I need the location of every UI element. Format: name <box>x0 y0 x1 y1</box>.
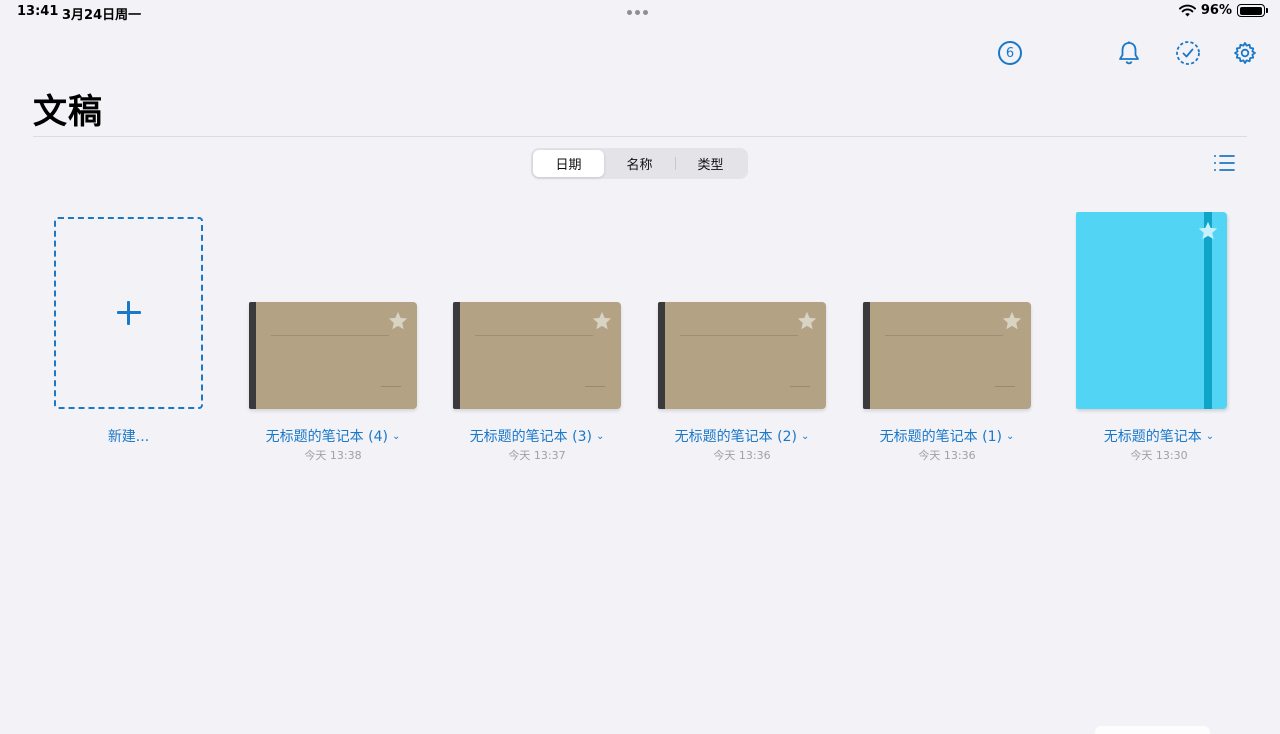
sort-option-date[interactable]: 日期 <box>533 150 604 177</box>
document-name[interactable]: 无标题的笔记本 (3) <box>470 429 592 445</box>
document-date: 今天 13:36 <box>713 449 771 462</box>
document-label[interactable]: 无标题的笔记本 ⌄ 今天 13:30 <box>1059 426 1259 463</box>
check-circle-icon[interactable] <box>1175 40 1201 66</box>
notebook-cover-cyan[interactable] <box>1076 212 1227 409</box>
new-document-label[interactable]: 新建... <box>54 426 203 446</box>
notebook-cover[interactable] <box>863 302 1031 409</box>
chevron-down-icon[interactable]: ⌄ <box>801 431 809 442</box>
badge-count: 6 <box>1005 45 1015 61</box>
battery-icon <box>1237 4 1268 17</box>
sort-segmented-control[interactable]: 日期 名称 类型 <box>531 148 748 179</box>
document-date: 今天 13:37 <box>508 449 566 462</box>
star-icon[interactable] <box>1001 310 1023 332</box>
sort-option-name[interactable]: 名称 <box>604 150 675 177</box>
chevron-down-icon[interactable]: ⌄ <box>1006 431 1014 442</box>
notebook-cover[interactable] <box>453 302 621 409</box>
plus-icon <box>116 301 141 325</box>
notebook-cover[interactable] <box>658 302 826 409</box>
notebook-cover[interactable] <box>249 302 417 409</box>
page-title: 文稿 <box>33 92 103 132</box>
status-right: 96% <box>1178 3 1268 18</box>
wifi-icon <box>1178 4 1196 17</box>
chevron-down-icon[interactable]: ⌄ <box>392 431 400 442</box>
home-indicator <box>1095 726 1210 734</box>
document-date: 今天 13:30 <box>1130 449 1188 462</box>
status-date: 3月24日周一 <box>62 8 142 23</box>
battery-percent: 96% <box>1200 3 1232 18</box>
sort-option-type[interactable]: 类型 <box>675 150 746 177</box>
document-name[interactable]: 无标题的笔记本 <box>1104 429 1202 445</box>
document-label[interactable]: 无标题的笔记本 (2) ⌄ 今天 13:36 <box>642 426 842 463</box>
star-icon[interactable] <box>591 310 613 332</box>
documents-screen: 13:41 3月24日周一 96% 6 文稿 日期 名称 类型 新建... 无标… <box>0 0 1280 734</box>
star-icon[interactable] <box>387 310 409 332</box>
document-name[interactable]: 无标题的笔记本 (2) <box>675 429 797 445</box>
new-document-button[interactable] <box>54 217 203 409</box>
document-label[interactable]: 无标题的笔记本 (3) ⌄ 今天 13:37 <box>437 426 637 463</box>
list-view-icon[interactable] <box>1212 152 1236 174</box>
multitasking-dots-icon[interactable] <box>627 10 648 15</box>
status-time: 13:41 <box>17 4 59 19</box>
document-name[interactable]: 无标题的笔记本 (1) <box>880 429 1002 445</box>
star-icon[interactable] <box>1197 220 1219 242</box>
gear-icon[interactable] <box>1232 40 1258 66</box>
document-label[interactable]: 无标题的笔记本 (1) ⌄ 今天 13:36 <box>847 426 1047 463</box>
document-date: 今天 13:38 <box>304 449 362 462</box>
star-icon[interactable] <box>796 310 818 332</box>
bell-icon[interactable] <box>1116 40 1142 66</box>
badge-6-icon[interactable]: 6 <box>997 40 1023 66</box>
chevron-down-icon[interactable]: ⌄ <box>596 431 604 442</box>
divider <box>33 136 1247 137</box>
document-name[interactable]: 无标题的笔记本 (4) <box>266 429 388 445</box>
chevron-down-icon[interactable]: ⌄ <box>1206 431 1214 442</box>
document-label[interactable]: 无标题的笔记本 (4) ⌄ 今天 13:38 <box>233 426 433 463</box>
document-date: 今天 13:36 <box>918 449 976 462</box>
